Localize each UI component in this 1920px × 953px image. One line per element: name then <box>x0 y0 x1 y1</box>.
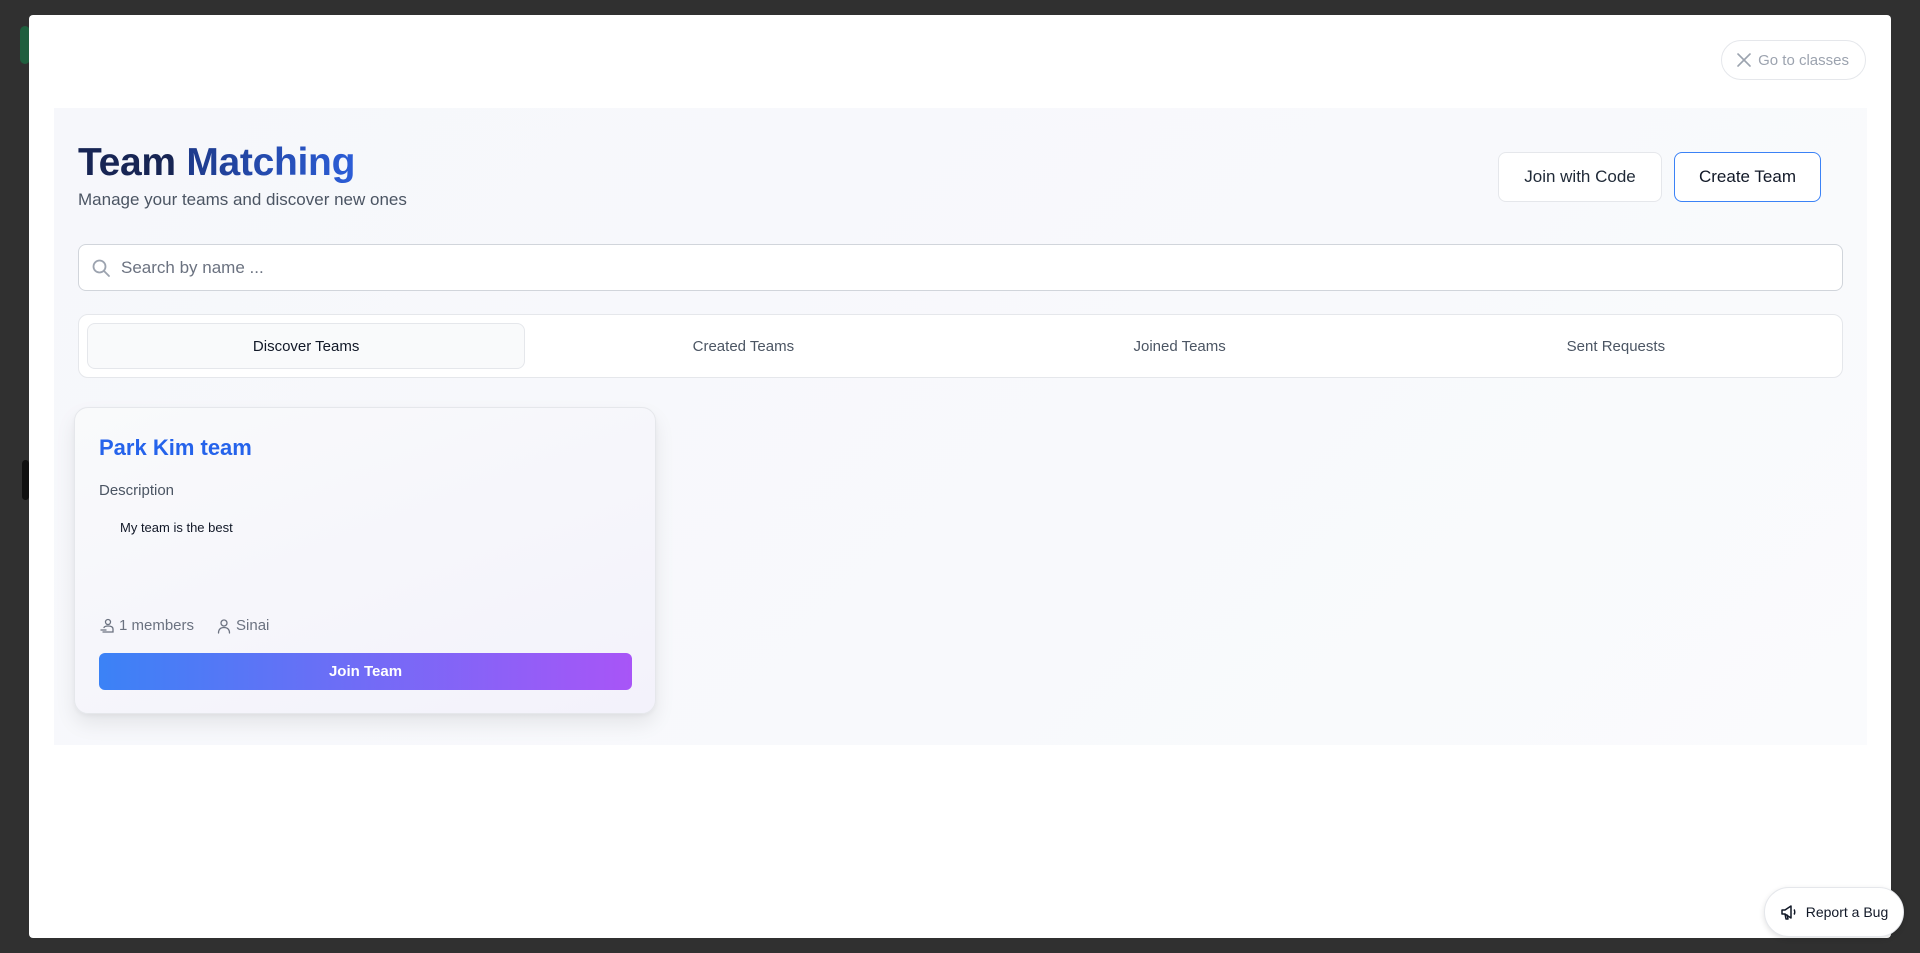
search-icon <box>92 259 110 277</box>
go-to-classes-label: Go to classes <box>1758 51 1849 69</box>
team-card-title: Park Kim team <box>99 435 252 460</box>
page-subtitle: Manage your teams and discover new ones <box>78 190 407 209</box>
megaphone-icon <box>1781 905 1796 920</box>
tab-joined-teams[interactable]: Joined Teams <box>962 323 1398 369</box>
team-matching-panel: Team Matching Manage your teams and disc… <box>54 108 1867 745</box>
page-title-part1: Team <box>78 141 176 184</box>
team-card-description: My team is the best <box>120 520 233 535</box>
team-matching-modal: Go to classes Team Matching Manage your … <box>29 15 1891 938</box>
team-card-owner: Sinai <box>236 617 270 634</box>
team-card-meta: 1 members Sinai <box>99 617 269 634</box>
backdrop-ghost-block <box>22 460 29 500</box>
report-bug-label: Report a Bug <box>1805 904 1889 920</box>
close-icon <box>1737 53 1751 67</box>
page-title-part2: Matching <box>186 141 356 184</box>
tab-discover-teams[interactable]: Discover Teams <box>87 323 526 369</box>
tab-created-teams[interactable]: Created Teams <box>525 323 961 369</box>
tab-sent-requests[interactable]: Sent Requests <box>1398 323 1834 369</box>
join-team-button[interactable]: Join Team <box>99 653 632 690</box>
team-card: Park Kim team Description My team is the… <box>74 407 656 714</box>
search-input[interactable] <box>121 257 1821 278</box>
members-icon <box>100 618 114 633</box>
create-team-button[interactable]: Create Team <box>1674 152 1821 202</box>
go-to-classes-button[interactable]: Go to classes <box>1721 40 1866 80</box>
search-bar <box>78 244 1843 291</box>
team-card-members: 1 members <box>119 617 195 634</box>
report-bug-button[interactable]: Report a Bug <box>1764 887 1904 937</box>
join-with-code-button[interactable]: Join with Code <box>1498 152 1662 202</box>
team-tabs: Discover Teams Created Teams Joined Team… <box>78 314 1843 378</box>
team-card-description-label: Description <box>99 482 175 499</box>
user-icon <box>217 618 231 634</box>
page-title: Team Matching <box>78 140 355 186</box>
